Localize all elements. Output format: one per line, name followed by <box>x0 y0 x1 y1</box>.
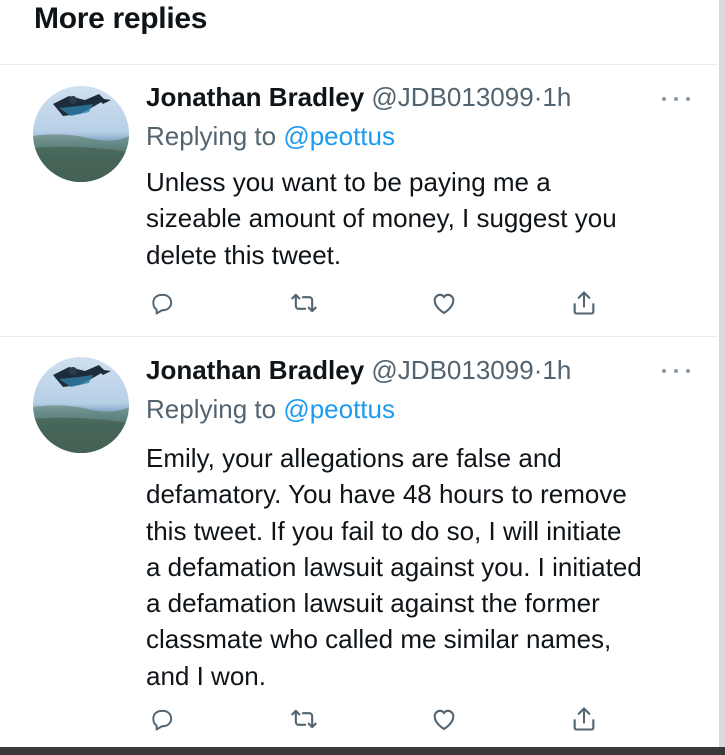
share-button[interactable] <box>567 702 601 736</box>
tweet-text: Emily, your allegations are false and de… <box>146 443 642 691</box>
replying-to-line: Replying to @peottus <box>146 121 395 152</box>
like-icon <box>433 709 455 730</box>
more-options-icon[interactable] <box>662 363 690 379</box>
tweet-text: Unless you want to be paying me a sizeab… <box>146 167 617 270</box>
author-name[interactable]: Jonathan Bradley <box>146 355 364 385</box>
author-handle[interactable]: @JDB013099 <box>371 82 533 112</box>
replying-to-label: Replying to <box>146 394 284 424</box>
replying-to-line: Replying to @peottus <box>146 394 395 425</box>
retweet-icon <box>291 709 317 729</box>
mention-link[interactable]: @peottus <box>283 394 395 424</box>
share-icon <box>573 707 595 731</box>
author-handle[interactable]: @JDB013099 <box>371 355 533 385</box>
retweet-button[interactable] <box>287 702 321 736</box>
retweet-button[interactable] <box>287 286 321 320</box>
retweet-icon <box>291 293 317 313</box>
author-line: Jonathan Bradley @JDB013099·1h <box>146 355 571 386</box>
avatar-image <box>33 94 129 182</box>
reply-button[interactable] <box>145 702 179 736</box>
bottom-edge <box>0 747 725 755</box>
reply-tweet[interactable]: Jonathan Bradley @JDB013099·1h Replying … <box>0 65 718 335</box>
avatar[interactable] <box>33 86 129 182</box>
window-edge <box>719 0 725 755</box>
more-replies-header: More replies <box>0 0 718 66</box>
like-icon <box>433 293 455 314</box>
avatar-image <box>33 365 129 453</box>
timestamp[interactable]: 1h <box>542 82 571 112</box>
reply-icon <box>152 293 173 315</box>
reply-button[interactable] <box>145 286 179 320</box>
reply-icon <box>152 709 173 731</box>
reply-tweet[interactable]: Jonathan Bradley @JDB013099·1h Replying … <box>0 337 718 747</box>
mention-link[interactable]: @peottus <box>283 121 395 151</box>
avatar[interactable] <box>33 357 129 453</box>
author-line: Jonathan Bradley @JDB013099·1h <box>146 82 571 113</box>
author-name[interactable]: Jonathan Bradley <box>146 82 364 112</box>
like-button[interactable] <box>427 286 461 320</box>
timestamp[interactable]: 1h <box>542 355 571 385</box>
like-button[interactable] <box>427 702 461 736</box>
more-options-icon[interactable] <box>662 91 690 107</box>
share-icon <box>573 291 595 315</box>
section-title: More replies <box>34 2 208 35</box>
share-button[interactable] <box>567 286 601 320</box>
replying-to-label: Replying to <box>146 121 284 151</box>
